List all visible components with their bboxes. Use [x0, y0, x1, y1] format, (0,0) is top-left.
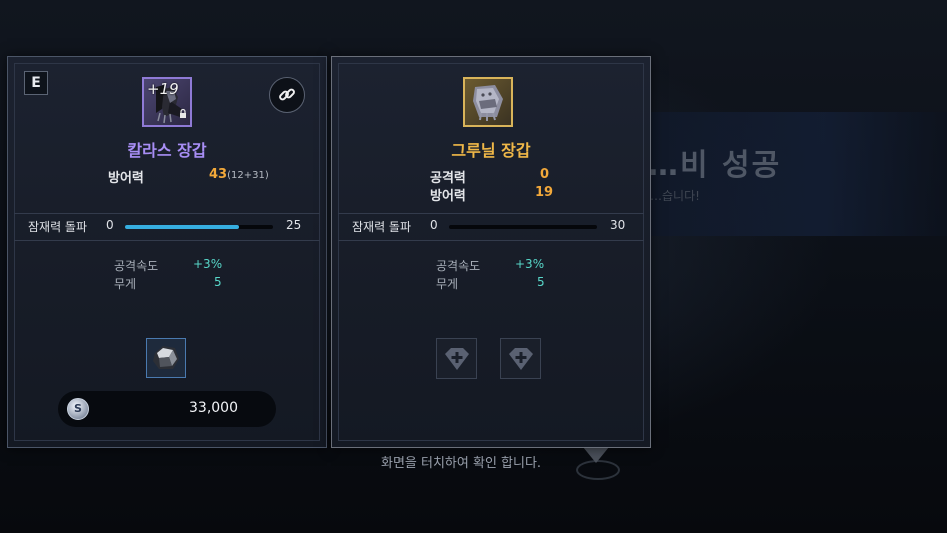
stat-label: 방어력 [108, 171, 144, 186]
option-value-weight: 5 [537, 275, 545, 289]
potential-breakthrough-row: 잠재력 돌파 0 30 [338, 214, 644, 239]
stat-value-attack: 0 [540, 167, 550, 182]
stat-rows: 공격력 0 방어력 19 [430, 167, 630, 204]
item-icon-slot[interactable] [463, 77, 513, 127]
option-value-weight: 5 [214, 275, 222, 289]
potential-max: 25 [286, 218, 302, 232]
stat-label-attack: 공격력 [430, 171, 466, 186]
grade-badge: E [24, 71, 48, 95]
gem-slot-1[interactable] [436, 338, 477, 379]
potential-progress-bar [125, 225, 273, 229]
material-slot[interactable] [146, 338, 186, 378]
confirm-arrow-ring [576, 460, 620, 480]
enhance-level: +19 [147, 80, 179, 98]
tap-to-confirm-hint[interactable]: 화면을 터치하여 확인 합니다. [381, 452, 541, 471]
gem-slot-icon [444, 347, 469, 370]
divider [14, 240, 320, 241]
gem-slot-icon [508, 347, 533, 370]
potential-min: 0 [106, 218, 114, 232]
potential-min: 0 [430, 218, 438, 232]
stat-value-defense: 19 [535, 185, 554, 200]
item-card-material: 그루닐 장갑 공격력 0 방어력 19 잠재력 돌파 0 30 공격속도 +3%… [331, 56, 651, 448]
potential-progress-fill [125, 225, 239, 229]
option-label-attack-speed: 공격속도 [114, 259, 159, 273]
potential-label: 잠재력 돌파 [352, 220, 412, 234]
gauntlet-icon [473, 85, 503, 121]
item-name: 칼라스 장갑 [127, 141, 207, 160]
link-icon [279, 88, 295, 101]
option-label-weight: 무게 [436, 277, 459, 291]
potential-breakthrough-row: 잠재력 돌파 0 25 [14, 214, 320, 239]
cost-display: S 33,000 [58, 391, 276, 427]
result-banner-subtitle: …습니다! [650, 189, 700, 203]
stat-row-defense: 방어력 43(12+31) [108, 167, 308, 186]
item-icon-slot[interactable]: +19 [142, 77, 192, 127]
item-card-current: E +19 칼라스 장갑 방어력 43(12+31) 잠재력 돌파 0 25 공… [7, 56, 327, 448]
option-value-attack-speed: +3% [515, 257, 545, 271]
stat-value-breakdown: (12+31) [227, 170, 269, 181]
lock-icon [179, 104, 187, 123]
cost-value: 33,000 [189, 400, 238, 416]
stat-label-defense: 방어력 [430, 189, 466, 204]
option-label-attack-speed: 공격속도 [436, 259, 481, 273]
stat-value-group: 43(12+31) [209, 167, 269, 182]
option-value-attack-speed: +3% [193, 257, 223, 271]
gem-slot-2[interactable] [500, 338, 541, 379]
potential-label: 잠재력 돌파 [28, 220, 88, 234]
link-button[interactable] [269, 77, 305, 113]
divider [338, 240, 644, 241]
down-arrow-icon[interactable] [583, 447, 609, 463]
potential-max: 30 [610, 218, 626, 232]
potential-progress-bar [449, 225, 597, 229]
item-name: 그루닐 장갑 [451, 141, 531, 160]
option-label-weight: 무게 [114, 277, 137, 291]
stat-value: 43 [209, 167, 228, 182]
ore-icon [153, 346, 179, 369]
result-banner-title: …비 성공 [648, 148, 782, 183]
